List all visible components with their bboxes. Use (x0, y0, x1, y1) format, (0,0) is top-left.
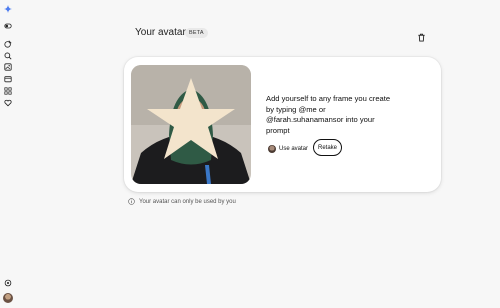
page-title: Your avatar (135, 27, 186, 38)
search-icon[interactable] (4, 52, 12, 60)
use-avatar-button[interactable]: Use avatar (268, 141, 308, 157)
new-chat-icon[interactable] (4, 40, 12, 48)
use-avatar-label: Use avatar (279, 146, 309, 152)
trash-icon[interactable] (417, 29, 426, 42)
sidebar (0, 0, 16, 308)
sparkle-logo-icon[interactable] (4, 5, 12, 13)
folder-icon[interactable] (4, 75, 12, 83)
image-library-icon[interactable] (4, 63, 12, 71)
avatar-thumbnail (268, 145, 276, 153)
user-avatar[interactable] (3, 293, 13, 303)
retake-button[interactable]: Retake (313, 139, 342, 156)
apps-grid-icon[interactable] (4, 87, 12, 95)
avatar-card: Add yourself to any frame you create by … (124, 57, 441, 192)
settings-icon[interactable] (4, 279, 12, 287)
heart-icon[interactable] (4, 99, 12, 107)
privacy-note: Your avatar can only be used by you (128, 198, 236, 205)
avatar-photo (131, 65, 251, 184)
privacy-note-text: Your avatar can only be used by you (139, 198, 236, 205)
info-icon (128, 198, 135, 205)
beta-badge: BETA (185, 28, 208, 38)
toggle-sidebar-icon[interactable] (4, 22, 12, 30)
avatar-instructions: Add yourself to any frame you create by … (266, 94, 391, 135)
